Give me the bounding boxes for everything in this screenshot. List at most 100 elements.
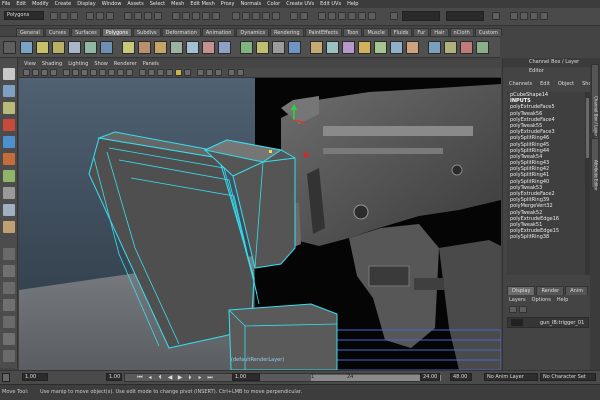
menu-set-dropdown[interactable]: Polygons (4, 11, 44, 20)
layout-icon[interactable] (540, 12, 548, 20)
tab-surfaces[interactable]: Surfaces (71, 28, 101, 36)
tab-dynamics[interactable]: Dynamics (236, 28, 270, 36)
select-object-icon[interactable] (96, 12, 104, 20)
gate-mask-icon[interactable] (99, 69, 106, 76)
end-total-field[interactable]: 48.00 (450, 373, 472, 381)
menu-color[interactable]: Color (267, 1, 280, 7)
panel-menu-renderer[interactable]: Renderer (114, 61, 137, 67)
last-tool-icon[interactable] (3, 221, 15, 233)
go-to-start-icon[interactable]: ⏮ (136, 374, 144, 381)
snap-point-icon[interactable] (144, 12, 152, 20)
spherical-mapping-icon[interactable] (460, 41, 473, 54)
graph-editor-layout-icon[interactable] (3, 350, 15, 362)
bookmark-icon[interactable] (41, 69, 48, 76)
reduce-icon[interactable] (272, 41, 285, 54)
select-camera-icon[interactable] (23, 69, 30, 76)
end-time-field[interactable]: 24.00 (420, 373, 440, 381)
time-slider-menu-icon[interactable] (2, 373, 10, 382)
two-d-pan-zoom-icon[interactable] (63, 69, 70, 76)
anim-layer-dropdown[interactable]: No Anim Layer (484, 373, 538, 381)
layer-tab-anim[interactable]: Anim (565, 286, 589, 295)
tab-hair[interactable]: Hair (430, 28, 449, 36)
render-settings-icon[interactable] (212, 12, 220, 20)
wireframe-icon[interactable] (139, 69, 146, 76)
image-plane-icon[interactable] (50, 69, 57, 76)
separate-icon[interactable] (138, 41, 151, 54)
persp-outliner-layout-icon[interactable] (3, 282, 15, 294)
selection-mask-icon[interactable] (242, 12, 250, 20)
range-start-field[interactable]: 1.00 (106, 373, 122, 381)
resolution-gate-icon[interactable] (90, 69, 97, 76)
side-tab-channel-box[interactable]: Channel Box / Layer Editor (591, 64, 599, 149)
high-quality-icon[interactable] (237, 69, 244, 76)
perspective-viewport[interactable]: (defaultRenderLayer) (19, 78, 501, 370)
tab-deformation[interactable]: Deformation (161, 28, 201, 36)
show-attribute-editor-icon[interactable] (510, 12, 518, 20)
tab-curves[interactable]: Curves (44, 28, 71, 36)
tab-polygons[interactable]: Polygons (101, 28, 132, 36)
menu-create-uvs[interactable]: Create UVs (286, 1, 314, 7)
universal-manip-icon[interactable] (3, 170, 15, 182)
isolate-select-icon[interactable] (228, 69, 235, 76)
tab-rendering[interactable]: Rendering (270, 28, 304, 36)
extrude-icon[interactable] (374, 41, 387, 54)
layer-menu-help[interactable]: Help (557, 297, 568, 303)
save-scene-icon[interactable] (70, 12, 78, 20)
offset-edge-loop-icon[interactable] (358, 41, 371, 54)
step-back-frame-icon[interactable]: ◂ (146, 374, 154, 381)
boolean-intersect-icon[interactable] (218, 41, 231, 54)
select-hierarchy-icon[interactable] (86, 12, 94, 20)
combine-icon[interactable] (122, 41, 135, 54)
poly-cube-icon[interactable] (36, 41, 49, 54)
menu-select[interactable]: Select (150, 1, 165, 7)
menu-edit-mesh[interactable]: Edit Mesh (190, 1, 214, 7)
new-layer-selected-icon[interactable] (519, 306, 527, 313)
transform-x-field[interactable] (402, 11, 440, 21)
menu-help[interactable]: Help (347, 1, 358, 7)
panel-menu-lighting[interactable]: Lighting (68, 61, 88, 67)
layer-name[interactable]: gun_lB:trigger_01 (540, 320, 584, 326)
snap-icon[interactable] (262, 12, 270, 20)
menu-modify[interactable]: Modify (32, 1, 49, 7)
panel-menu-shading[interactable]: Shading (42, 61, 62, 67)
side-tab-attribute-editor[interactable]: Attribute Editor (591, 138, 599, 191)
tab-custom[interactable]: Custom (474, 28, 502, 36)
panel-menu-panels[interactable]: Panels (143, 61, 159, 67)
safe-action-icon[interactable] (117, 69, 124, 76)
magnet-icon[interactable] (272, 12, 280, 20)
render-view-icon[interactable] (182, 12, 190, 20)
layer-menu-options[interactable]: Options (532, 297, 551, 303)
single-perspective-layout-icon[interactable] (3, 248, 15, 260)
mirror-icon[interactable] (240, 41, 253, 54)
step-forward-key-icon[interactable]: ⏵ (186, 374, 194, 381)
go-to-end-icon[interactable]: ⏭ (206, 374, 214, 381)
camera-icon[interactable] (328, 12, 336, 20)
menu-assets[interactable]: Assets (127, 1, 143, 7)
cb-menu-edit[interactable]: Edit (540, 80, 550, 89)
new-layer-icon[interactable] (509, 306, 517, 313)
menu-normals[interactable]: Normals (240, 1, 261, 7)
panel-menu-show[interactable]: Show (94, 61, 108, 67)
play-backwards-icon[interactable]: ◀ (166, 374, 174, 381)
tab-toon[interactable]: Toon (342, 28, 363, 36)
transform-y-field[interactable] (446, 11, 484, 21)
wireframe-on-shaded-icon[interactable] (157, 69, 164, 76)
absolute-transform-icon[interactable] (390, 12, 398, 20)
shelf-menu-icon[interactable] (3, 41, 16, 54)
tab-muscle[interactable]: Muscle (363, 28, 389, 36)
display-layer-row[interactable]: gun_lB:trigger_01 (507, 317, 589, 328)
rotate-tool-icon[interactable] (3, 136, 15, 148)
tab-subdivs[interactable]: Subdivs (133, 28, 161, 36)
extract-icon[interactable] (154, 41, 167, 54)
cylindrical-mapping-icon[interactable] (444, 41, 457, 54)
fill-hole-icon[interactable] (256, 41, 269, 54)
hypershade-icon[interactable] (358, 12, 366, 20)
soft-mod-icon[interactable] (3, 187, 15, 199)
menu-create[interactable]: Create (55, 1, 72, 7)
poly-cone-icon[interactable] (68, 41, 81, 54)
boolean-difference-icon[interactable] (202, 41, 215, 54)
move-tool-icon[interactable] (3, 119, 15, 131)
bevel-icon[interactable] (406, 41, 419, 54)
four-view-layout-icon[interactable] (3, 265, 15, 277)
textured-icon[interactable] (166, 69, 173, 76)
